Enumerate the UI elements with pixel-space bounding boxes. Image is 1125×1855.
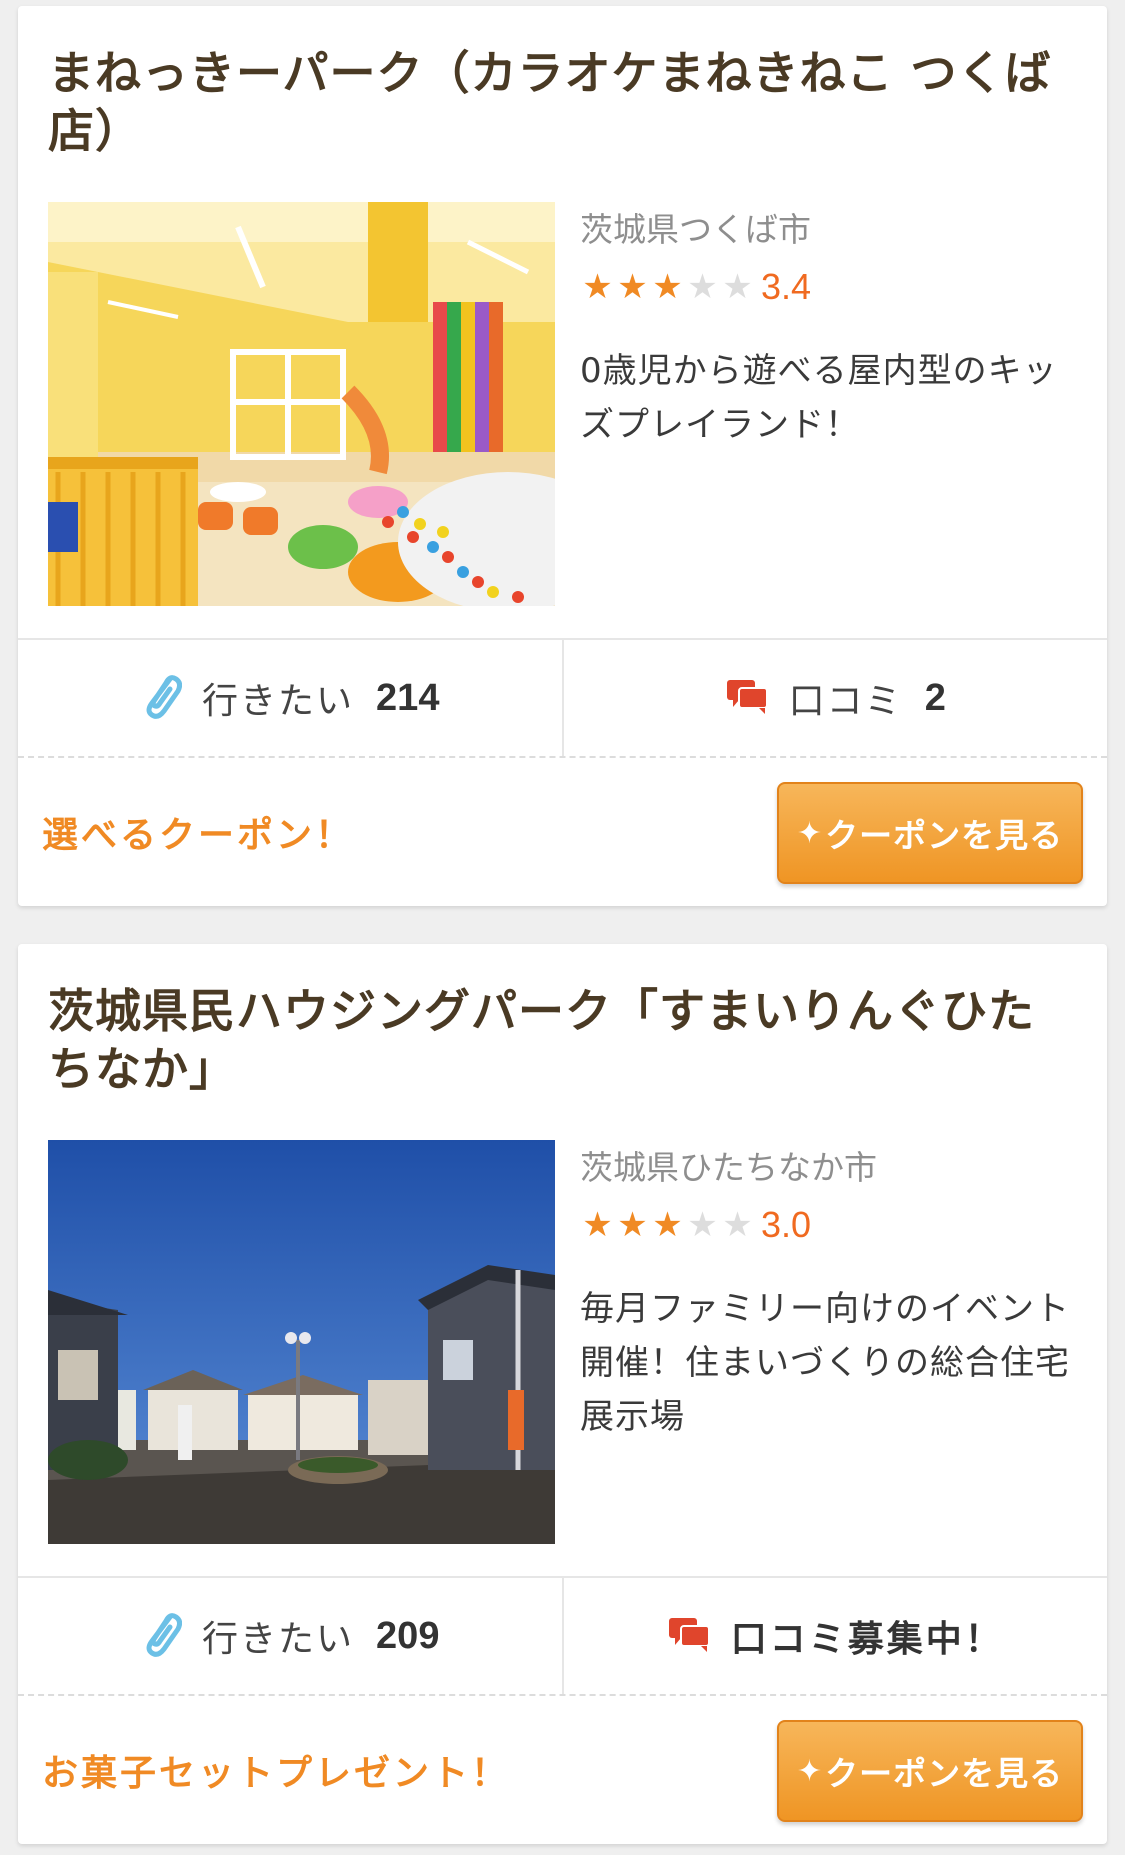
listing-description: 毎月ファミリー向けのイベント開催！住まいづくりの総合住宅展示場 [580, 1289, 1070, 1437]
housing-park-photo [48, 1140, 555, 1544]
want-label: 行きたい [202, 1619, 355, 1660]
sparkle-icon: ✦ [796, 1753, 824, 1789]
review-label: 口コミ [788, 681, 903, 722]
want-count: 209 [376, 1614, 440, 1657]
want-to-go-button[interactable]: 行きたい 209 [18, 1578, 562, 1694]
view-coupon-button[interactable]: ✦ クーポンを見る [777, 1720, 1083, 1822]
paperclip-icon [140, 671, 183, 725]
reviews-button[interactable]: 口コミ募集中！ [561, 1578, 1108, 1694]
want-label: 行きたい [202, 681, 355, 722]
listing-rating: ★ ★ ★ ★ ★ 3.0 [580, 1200, 1077, 1250]
want-count: 214 [376, 676, 440, 719]
star-filled-icon: ★ [652, 1205, 683, 1245]
stats-row: 行きたい 209 口コミ募集中！ [18, 1576, 1107, 1696]
paperclip-icon [140, 1609, 183, 1663]
listing-photo[interactable] [48, 1140, 555, 1544]
coupon-button-label: クーポンを見る [825, 816, 1064, 855]
rating-stars: ★ ★ ★ ★ ★ [580, 1205, 755, 1245]
speech-bubbles-icon [725, 676, 769, 720]
view-coupon-button[interactable]: ✦ クーポンを見る [777, 782, 1083, 884]
star-empty-icon: ★ [722, 1205, 753, 1245]
speech-bubbles-icon [667, 1614, 711, 1658]
star-filled-icon: ★ [617, 1205, 648, 1245]
coupon-row: お菓子セットプレゼント！ ✦ クーポンを見る [18, 1694, 1107, 1844]
star-empty-icon: ★ [687, 1205, 718, 1245]
want-to-go-button[interactable]: 行きたい 214 [18, 640, 562, 756]
stats-row: 行きたい 214 口コミ 2 [18, 638, 1107, 758]
star-filled-icon: ★ [652, 267, 683, 307]
star-filled-icon: ★ [582, 1205, 613, 1245]
listing-info: 茨城県つくば市 ★ ★ ★ ★ ★ 3.4 0歳児から遊べる屋内型のキッズプレイ… [580, 202, 1077, 452]
star-filled-icon: ★ [617, 267, 648, 307]
star-filled-icon: ★ [582, 267, 613, 307]
rating-value: 3.0 [761, 1204, 812, 1245]
listing-title[interactable]: 茨城県民ハウジングパーク「すまいりんぐひたちなか」 [48, 982, 1077, 1098]
coupon-button-label: クーポンを見る [825, 1754, 1064, 1793]
sparkle-icon: ✦ [796, 815, 824, 851]
star-empty-icon: ★ [722, 267, 753, 307]
playground-photo [48, 202, 555, 606]
rating-stars: ★ ★ ★ ★ ★ [580, 267, 755, 307]
review-label: 口コミ募集中！ [730, 1619, 1004, 1660]
listing-card[interactable]: まねっきーパーク（カラオケまねきねこ つくば店） 茨城県つくば市 ★ ★ ★ ★… [18, 6, 1107, 906]
coupon-promo-text: お菓子セットプレゼント！ [42, 1753, 511, 1794]
star-empty-icon: ★ [687, 267, 718, 307]
listing-info: 茨城県ひたちなか市 ★ ★ ★ ★ ★ 3.0 毎月ファミリー向けのイベント開催… [580, 1140, 1077, 1444]
listing-photo[interactable] [48, 202, 555, 606]
listing-description: 0歳児から遊べる屋内型のキッズプレイランド！ [580, 351, 1058, 445]
coupon-row: 選べるクーポン！ ✦ クーポンを見る [18, 756, 1107, 906]
coupon-promo-text: 選べるクーポン！ [42, 815, 355, 856]
reviews-button[interactable]: 口コミ 2 [561, 640, 1108, 756]
listing-rating: ★ ★ ★ ★ ★ 3.4 [580, 262, 1077, 312]
listing-card[interactable]: 茨城県民ハウジングパーク「すまいりんぐひたちなか」 茨城県ひたちなか市 ★ ★ … [18, 944, 1107, 1844]
review-count: 2 [924, 676, 946, 719]
listing-location: 茨城県つくば市 [580, 210, 811, 249]
listing-location: 茨城県ひたちなか市 [580, 1148, 877, 1187]
rating-value: 3.4 [761, 266, 812, 307]
listing-title[interactable]: まねっきーパーク（カラオケまねきねこ つくば店） [48, 44, 1077, 160]
